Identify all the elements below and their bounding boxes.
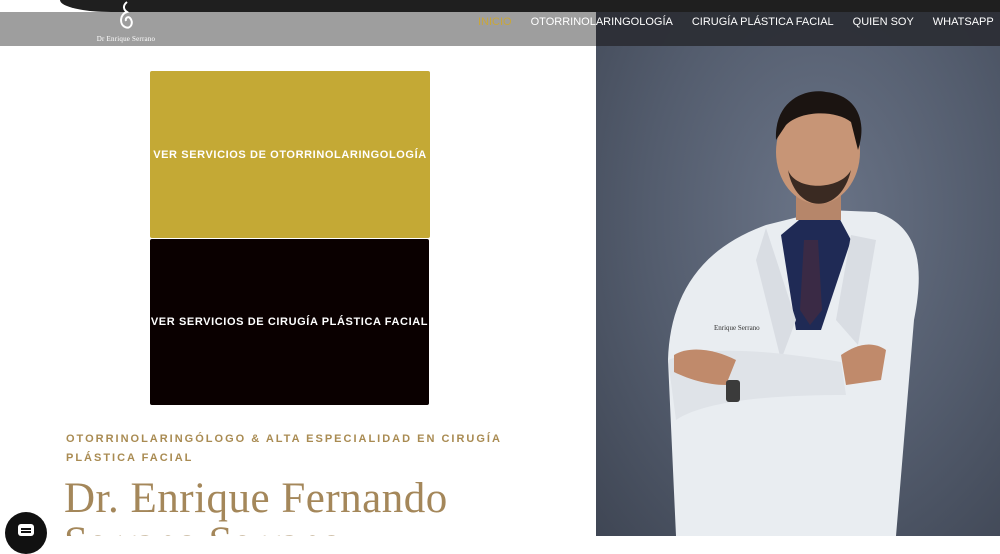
svg-text:Enrique Serrano: Enrique Serrano: [714, 324, 760, 332]
hero-name-line2-text: Serrano Serrano: [64, 524, 584, 536]
nav-item-whatsapp[interactable]: WHATSAPP: [933, 16, 994, 30]
logo-text: Dr Enrique Serrano: [96, 35, 156, 43]
nav-item-quien-soy[interactable]: QUIEN SOY: [853, 16, 914, 30]
nav-item-cirugia-plastica-facial[interactable]: CIRUGÍA PLÁSTICA FACIAL: [692, 16, 834, 30]
chat-icon: [18, 524, 34, 536]
cirugia-services-button[interactable]: VER SERVICIOS DE CIRUGÍA PLÁSTICA FACIAL: [150, 239, 429, 405]
site-logo[interactable]: Dr Enrique Serrano: [86, 0, 166, 46]
hero-name-line2: Serrano Serrano: [64, 524, 584, 536]
nav-item-otorrinolaringologia[interactable]: OTORRINOLARINGOLOGÍA: [531, 16, 673, 30]
otorrino-services-button[interactable]: VER SERVICIOS DE OTORRINOLARINGOLOGÍA: [150, 71, 430, 238]
hero-name: Dr. Enrique Fernando: [64, 475, 448, 522]
logo-mark-icon: [120, 1, 133, 29]
top-decorative-curve: [60, 0, 1000, 12]
main-nav: INICIO OTORRINOLARINGOLOGÍA CIRUGÍA PLÁS…: [478, 16, 994, 30]
nav-item-inicio[interactable]: INICIO: [478, 16, 512, 30]
hero-subtitle: OTORRINOLARINGÓLOGO & ALTA ESPECIALIDAD …: [66, 433, 502, 464]
doctor-photo: Enrique Serrano: [596, 0, 1000, 536]
chat-button[interactable]: [5, 512, 47, 554]
